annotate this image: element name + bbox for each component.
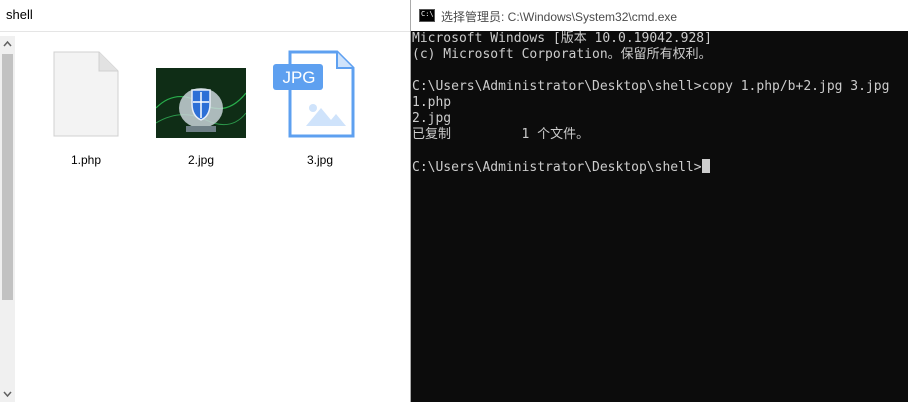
cmd-titlebar[interactable]: C:\ 选择管理员: C:\Windows\System32\cmd.exe [411, 0, 908, 31]
text-cursor [701, 159, 710, 173]
terminal-output[interactable]: Microsoft Windows [版本 10.0.19042.928] (c… [412, 31, 908, 402]
scroll-up-icon[interactable] [0, 36, 15, 52]
file-item[interactable]: 2.jpg [146, 46, 256, 167]
jpg-file-icon [273, 50, 355, 138]
scroll-down-icon[interactable] [0, 386, 15, 402]
cmd-window[interactable]: C:\ 选择管理员: C:\Windows\System32\cmd.exe M… [410, 0, 908, 402]
terminal-line: 1.php [412, 95, 452, 110]
file-item[interactable]: JPG 3.jpg [265, 46, 375, 167]
explorer-address[interactable]: shell [0, 0, 410, 32]
prompt-line[interactable]: C:\Users\Administrator\Desktop\shell> [412, 159, 908, 175]
file-name: 1.php [70, 153, 102, 167]
file-name: 3.jpg [306, 153, 334, 167]
vertical-scrollbar[interactable] [0, 36, 15, 402]
prompt-text: C:\Users\Administrator\Desktop\shell> [412, 160, 702, 175]
window-title: 选择管理员: C:\Windows\System32\cmd.exe [441, 10, 678, 24]
folder-name: shell [6, 7, 33, 22]
terminal-line: (c) Microsoft Corporation。保留所有权利。 [412, 47, 712, 62]
file-explorer: shell 1.php 2.jpg JPG 3.jpg [0, 0, 410, 402]
file-name: 2.jpg [187, 153, 215, 167]
blank-file-icon [53, 51, 119, 137]
terminal-icon: C:\ [419, 9, 435, 22]
terminal-line: C:\Users\Administrator\Desktop\shell>cop… [412, 79, 890, 94]
file-item[interactable]: 1.php [31, 46, 141, 167]
terminal-line: Microsoft Windows [版本 10.0.19042.928] [412, 31, 712, 46]
scroll-thumb[interactable] [2, 54, 13, 300]
terminal-line: 2.jpg [412, 111, 452, 126]
terminal-line: 已复制 1 个文件。 [412, 127, 590, 142]
image-thumbnail [156, 68, 246, 138]
jpg-badge: JPG [282, 68, 316, 87]
